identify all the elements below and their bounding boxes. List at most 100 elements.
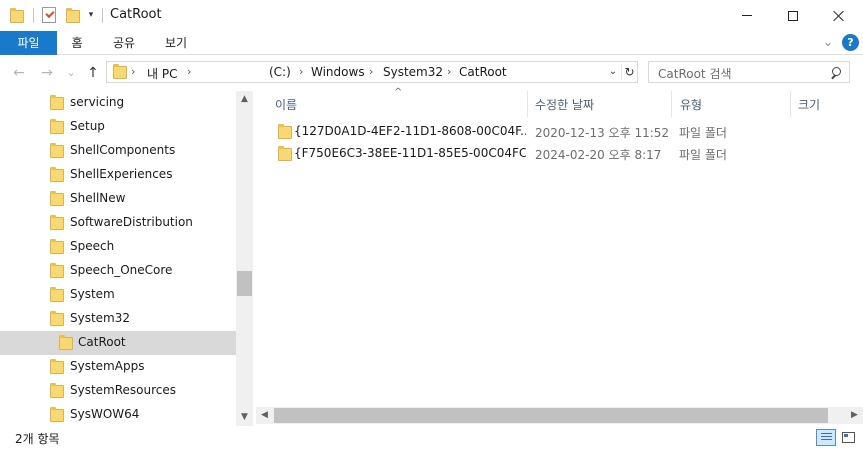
tree-item-system32[interactable]: System32 <box>0 307 236 331</box>
tree-item-systemresources[interactable]: SystemResources <box>0 379 236 403</box>
toolbar-divider <box>33 8 34 23</box>
tree-item-label: ShellComponents <box>70 143 176 157</box>
folder-icon <box>50 287 64 302</box>
breadcrumb-windows[interactable]: Windows <box>311 65 365 79</box>
address-dropdown-icon[interactable]: ⌄ <box>605 64 621 80</box>
up-icon[interactable]: ↑ <box>84 64 102 82</box>
scroll-right-icon[interactable]: ▶ <box>846 407 863 424</box>
recent-locations-icon[interactable]: ⌄ <box>62 64 80 82</box>
folder-icon <box>50 215 64 230</box>
tree-item-label: ShellNew <box>70 191 126 205</box>
title-bar: ▾ CatRoot <box>0 0 863 31</box>
file-type: 파일 폴더 <box>679 126 727 140</box>
tree-item-label: servicing <box>70 95 125 109</box>
breadcrumb-drive-c[interactable]: (C:) <box>269 65 291 79</box>
tree-item-label: Speech <box>70 239 115 253</box>
breadcrumb-this-pc[interactable]: 내 PC <box>147 65 177 82</box>
expand-ribbon-icon[interactable]: ⌄ <box>822 36 834 48</box>
folder-icon <box>278 124 292 139</box>
scroll-down-icon[interactable]: ▼ <box>236 409 253 426</box>
tree-item-shellnew[interactable]: ShellNew <box>0 187 236 211</box>
folder-icon <box>50 407 64 422</box>
breadcrumb-catroot[interactable]: CatRoot <box>459 65 507 79</box>
address-bar[interactable]: › 내 PC › (C:) › Windows › System32 › Cat… <box>106 61 638 83</box>
file-date: 2020-12-13 오후 11:52 <box>535 126 670 140</box>
forward-icon[interactable]: → <box>38 64 56 82</box>
column-header-type[interactable]: 유형 <box>680 96 702 113</box>
tree-item-syswow64[interactable]: SysWOW64 <box>0 403 236 427</box>
properties-icon[interactable] <box>42 7 56 23</box>
tree-item-label: SystemApps <box>70 359 145 373</box>
navigation-pane: servicing Setup ShellComponents ShellExp… <box>0 91 254 426</box>
scrollbar-thumb[interactable] <box>237 271 252 296</box>
column-header-size[interactable]: 크기 <box>798 96 820 113</box>
maximize-icon <box>788 10 798 21</box>
scroll-left-icon[interactable]: ◀ <box>256 407 273 424</box>
tree-item-shellcomponents[interactable]: ShellComponents <box>0 139 236 163</box>
tab-share[interactable]: 공유 <box>104 31 144 55</box>
horizontal-scrollbar[interactable]: ◀ ▶ <box>256 407 863 424</box>
scrollbar-thumb[interactable] <box>274 408 828 423</box>
column-divider[interactable] <box>671 91 672 117</box>
breadcrumb-separator: › <box>447 65 452 78</box>
large-icons-view-icon <box>842 432 855 443</box>
folder-icon <box>50 383 64 398</box>
status-bar: 2개 항목 <box>0 426 863 449</box>
breadcrumb-separator: › <box>369 65 374 78</box>
back-icon[interactable]: ← <box>10 64 28 82</box>
tab-home[interactable]: 홈 <box>60 31 94 55</box>
file-type: 파일 폴더 <box>679 148 727 162</box>
tree-item-label: System <box>70 287 115 301</box>
scroll-up-icon[interactable]: ▲ <box>236 91 253 108</box>
breadcrumb-separator: › <box>299 65 304 78</box>
breadcrumb-system32[interactable]: System32 <box>383 65 443 79</box>
details-view-button[interactable] <box>816 429 836 446</box>
search-input[interactable]: CatRoot 검색 <box>658 65 732 82</box>
tree-item-label: SoftwareDistribution <box>70 215 193 229</box>
list-item[interactable]: {F750E6C3-38EE-11D1-85E5-00C04FC... 2024… <box>272 143 852 165</box>
breadcrumb-separator: › <box>187 65 192 78</box>
list-item[interactable]: {127D0A1D-4EF2-11D1-8608-00C04F... 2020-… <box>272 121 852 143</box>
folder-icon <box>113 64 127 79</box>
tree-item-softwaredistribution[interactable]: SoftwareDistribution <box>0 211 236 235</box>
column-header-date-modified[interactable]: 수정한 날짜 <box>535 96 594 113</box>
folder-icon <box>50 119 64 134</box>
tree-item-speech-onecore[interactable]: Speech_OneCore <box>0 259 236 283</box>
new-folder-icon[interactable] <box>66 7 80 23</box>
sort-ascending-icon: ^ <box>394 87 403 98</box>
folder-icon <box>278 146 292 161</box>
help-icon[interactable]: ? <box>842 34 859 51</box>
tab-file[interactable]: 파일 <box>0 31 57 55</box>
tree-item-speech[interactable]: Speech <box>0 235 236 259</box>
tree-item-label: SysWOW64 <box>70 407 140 421</box>
column-divider[interactable] <box>790 91 791 117</box>
tree-item-system[interactable]: System <box>0 283 236 307</box>
tree-item-catroot[interactable]: CatRoot <box>0 331 236 355</box>
tree-item-label: Speech_OneCore <box>70 263 173 277</box>
folder-icon <box>50 191 64 206</box>
tree-item-setup[interactable]: Setup <box>0 115 236 139</box>
close-icon <box>833 10 845 22</box>
refresh-icon[interactable]: ↻ <box>621 64 637 80</box>
folder-icon <box>50 143 64 158</box>
close-button[interactable] <box>816 0 862 31</box>
quick-access-dropdown-icon[interactable]: ▾ <box>86 7 96 23</box>
minimize-button[interactable] <box>724 0 770 31</box>
navigation-scrollbar[interactable]: ▲ ▼ <box>236 91 253 426</box>
maximize-button[interactable] <box>770 0 816 31</box>
tab-view[interactable]: 보기 <box>156 31 196 55</box>
folder-icon <box>50 167 64 182</box>
search-icon[interactable] <box>829 66 843 80</box>
column-header-name[interactable]: 이름 <box>275 96 297 113</box>
tree-item-shellexperiences[interactable]: ShellExperiences <box>0 163 236 187</box>
tree-item-systemapps[interactable]: SystemApps <box>0 355 236 379</box>
tree-item-label: Setup <box>70 119 105 133</box>
large-icons-view-button[interactable] <box>839 429 859 446</box>
item-count: 2개 항목 <box>15 432 60 446</box>
tree-item-servicing[interactable]: servicing <box>0 91 236 115</box>
search-box[interactable]: CatRoot 검색 <box>648 61 850 83</box>
folder-icon <box>50 359 64 374</box>
column-divider[interactable] <box>527 91 528 117</box>
navigation-bar: ← → ⌄ ↑ › 내 PC › (C:) › Windows › System… <box>0 55 863 91</box>
folder-icon <box>59 335 73 350</box>
